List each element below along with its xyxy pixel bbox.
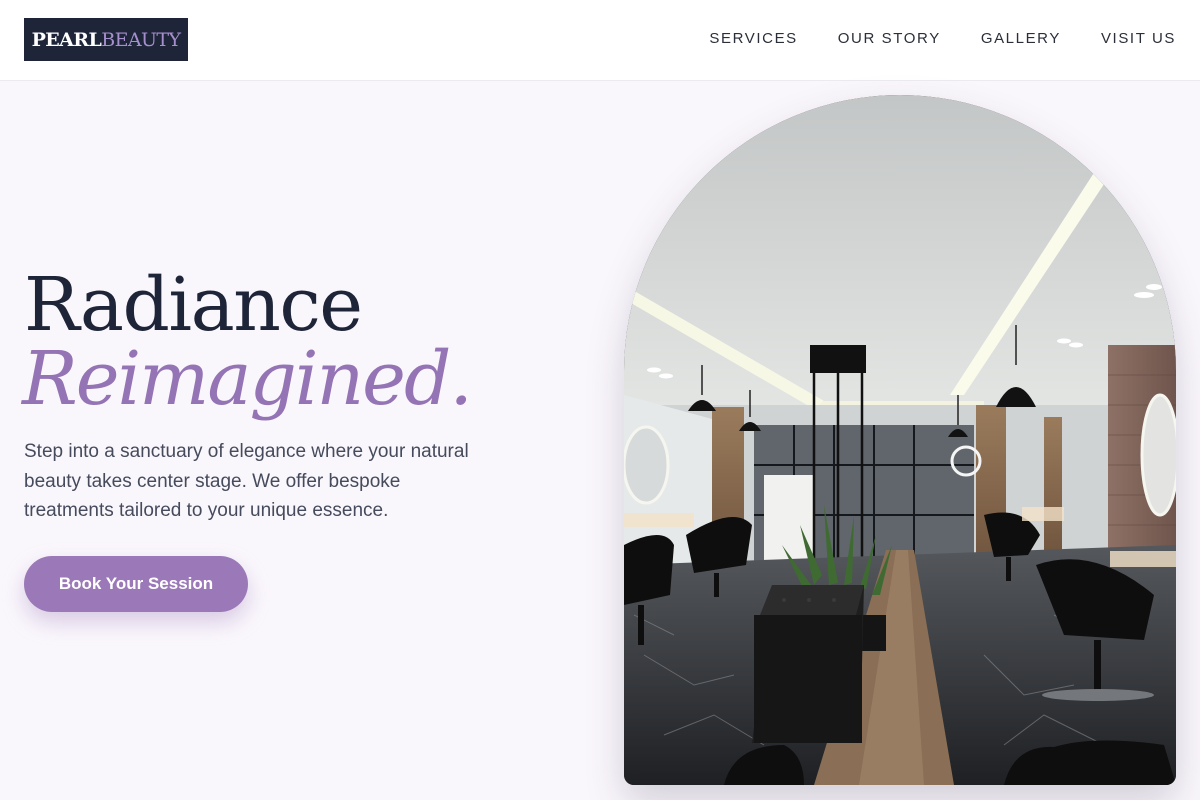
nav-link-services[interactable]: SERVICES (709, 29, 797, 49)
nav-link-visit-us[interactable]: VISIT US (1101, 29, 1176, 49)
hero-description: Step into a sanctuary of elegance where … (24, 441, 469, 521)
logo-pearl-text: PEARL (31, 28, 102, 51)
salon-interior-image (624, 95, 1176, 785)
brand-logo[interactable]: PEARL BEAUTY (24, 18, 188, 61)
logo-beauty-text: BEAUTY (101, 28, 181, 51)
book-session-button[interactable]: Book Your Session (24, 556, 248, 612)
main-nav: SERVICES OUR STORY GALLERY VISIT US (709, 29, 1176, 49)
salon-interior-illustration (624, 95, 1176, 785)
hero-title-accent: Reimagined. (22, 336, 473, 422)
nav-link-our-story[interactable]: OUR STORY (838, 29, 941, 49)
site-header: PEARL BEAUTY SERVICES OUR STORY GALLERY V… (0, 0, 1200, 81)
hero-title: Radiance (24, 262, 363, 348)
nav-link-gallery[interactable]: GALLERY (981, 29, 1061, 49)
